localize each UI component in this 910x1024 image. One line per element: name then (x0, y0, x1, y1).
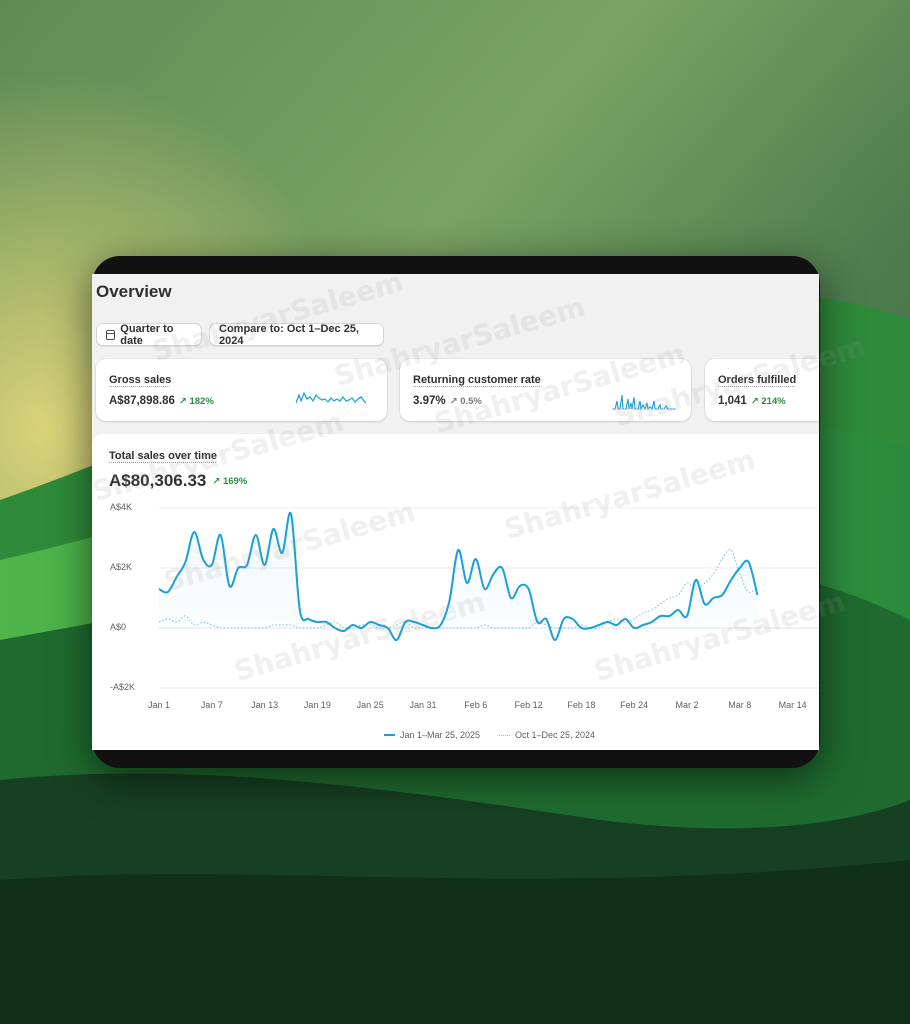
metric-title: Returning customer rate (413, 374, 541, 386)
legend-item-current[interactable]: Jan 1–Mar 25, 2025 (384, 730, 480, 740)
compare-to-button[interactable]: Compare to: Oct 1–Dec 25, 2024 (209, 322, 384, 347)
compare-label: Compare to: Oct 1–Dec 25, 2024 (219, 322, 359, 347)
y-tick-label: A$4K (110, 502, 133, 512)
y-tick-label: A$2K (110, 562, 133, 572)
x-tick-label: Jan 1 (147, 700, 171, 710)
x-tick-label: Jan 31 (409, 700, 437, 710)
metric-delta: ↗ 214% (750, 396, 786, 407)
sparkline (296, 391, 367, 404)
sales-area (159, 512, 758, 641)
metric-value: A$87,898.86 ↗ 182% (109, 395, 214, 407)
y-tick-label: A$0 (110, 622, 127, 632)
x-tick-label: Mar 2 (675, 700, 699, 710)
x-tick-label: Mar 8 (728, 700, 752, 710)
date-range-button[interactable]: Quarter to date (96, 322, 202, 347)
x-tick-label: Jan 19 (303, 700, 331, 710)
page-title: Overview (96, 282, 172, 301)
arrow-up-right-icon: ↗ (750, 396, 759, 407)
metric-card-orders-fulfilled[interactable]: Orders fulfilled 1,041 ↗ 214% (705, 359, 819, 421)
legend-item-compare[interactable]: Oct 1–Dec 25, 2024 (499, 730, 595, 740)
x-tick-label: Jan 25 (356, 700, 384, 710)
x-tick-label: Jan 7 (200, 700, 223, 710)
sparkline (612, 394, 678, 411)
calendar-icon (106, 329, 116, 340)
metric-delta: ↗ 182% (178, 396, 214, 407)
y-tick-label: -A$2K (110, 682, 136, 692)
metric-title: Orders fulfilled (718, 374, 797, 386)
metric-value: 1,041 ↗ 214% (718, 395, 786, 407)
metric-card-returning-customer-rate[interactable]: Returning customer rate 3.97% ↗ 0.5% (400, 359, 691, 421)
arrow-up-right-icon: ↗ (449, 396, 458, 407)
total-sales-chart-card: Total sales over time A$80,306.33 ↗ 169% … (92, 434, 819, 750)
metric-card-gross-sales[interactable]: Gross sales A$87,898.86 ↗ 182% (96, 359, 387, 421)
x-tick-label: Mar 14 (778, 700, 807, 710)
x-tick-label: Feb 6 (464, 700, 488, 710)
legend-swatch-dotted (499, 734, 510, 736)
legend-label: Oct 1–Dec 25, 2024 (515, 730, 596, 740)
date-range-label: Quarter to date (120, 322, 174, 347)
analytics-screen: Overview Quarter to date Compare to: Oct… (92, 274, 819, 750)
arrow-up-right-icon: ↗ (178, 396, 187, 407)
legend-swatch-solid (384, 734, 395, 736)
x-tick-label: Feb 18 (567, 700, 596, 710)
metric-delta: ↗ 0.5% (449, 396, 482, 407)
metric-title: Gross sales (109, 374, 172, 386)
x-tick-label: Feb 12 (514, 700, 543, 710)
metric-value: 3.97% ↗ 0.5% (413, 395, 482, 407)
x-tick-label: Feb 24 (620, 700, 649, 710)
x-tick-label: Jan 13 (251, 700, 279, 710)
legend-label: Jan 1–Mar 25, 2025 (400, 730, 481, 740)
